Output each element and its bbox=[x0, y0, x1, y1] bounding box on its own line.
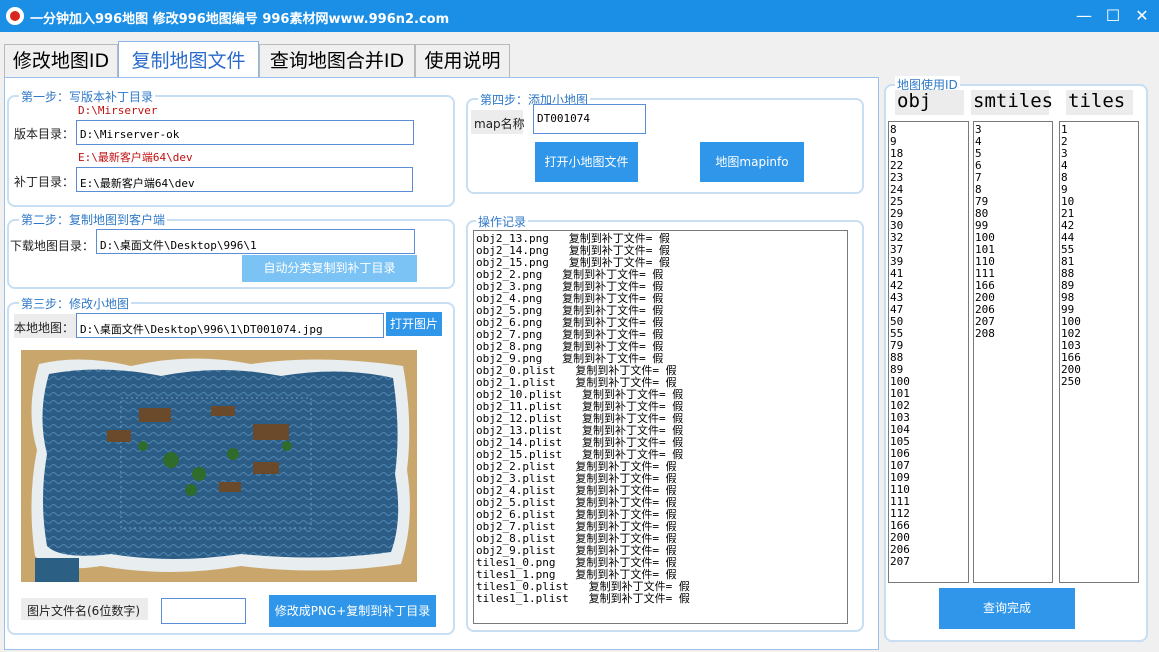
obj-id-list[interactable]: 8 9 18 22 23 24 25 29 30 32 37 39 41 42 43 47 50 55 79 88 89… bbox=[888, 121, 969, 583]
log-title: 操作记录 bbox=[476, 213, 529, 230]
tiles-id-item[interactable]: 3 bbox=[1061, 148, 1137, 160]
title-bar: 一分钟加入996地图 修改996地图编号 996素材网www.996n2.com… bbox=[0, 0, 1159, 32]
version-dir-label: 版本目录： bbox=[14, 127, 75, 141]
smtiles-column-header-text: smtiles bbox=[973, 90, 1054, 112]
operation-log-list[interactable]: obj2_13.png 复制到补丁文件= 假 obj2_14.png 复制到补丁文… bbox=[473, 230, 848, 624]
tiles-id-item[interactable]: 1 bbox=[1061, 124, 1137, 136]
app-logo-icon bbox=[6, 7, 24, 25]
tiles-column-header: tiles bbox=[1066, 90, 1133, 115]
tab-modify-map-id[interactable]: 修改地图ID bbox=[4, 44, 118, 77]
download-dir-input[interactable]: D:\桌面文件\Desktop\996\1 bbox=[96, 229, 415, 254]
filename-label: 图片文件名(6位数字) bbox=[27, 604, 140, 618]
smtiles-id-item[interactable]: 7 bbox=[975, 172, 1051, 184]
smtiles-id-item[interactable]: 4 bbox=[975, 136, 1051, 148]
open-image-button[interactable]: 打开图片 bbox=[386, 312, 442, 336]
tiles-id-list[interactable]: 1 2 3 4 8 9 10 21 42 44 55 81 88 89 98 99 100 102 103 166 20… bbox=[1059, 121, 1139, 583]
step4-group bbox=[466, 98, 864, 194]
step1-title: 第一步：写版本补丁目录 bbox=[19, 88, 156, 105]
obj-id-item[interactable]: 8 bbox=[890, 124, 967, 136]
obj-id-item[interactable]: 207 bbox=[890, 556, 967, 568]
query-done-button[interactable]: 查询完成 bbox=[939, 588, 1075, 629]
open-minimap-file-button[interactable]: 打开小地图文件 bbox=[535, 142, 638, 182]
map-name-label: map名称 bbox=[474, 117, 525, 131]
convert-png-copy-button[interactable]: 修改成PNG+复制到补丁目录 bbox=[269, 595, 436, 627]
obj-column-header-text: obj bbox=[897, 90, 932, 112]
smtiles-id-item[interactable]: 3 bbox=[975, 124, 1051, 136]
auto-classify-copy-button[interactable]: 自动分类复制到补丁目录 bbox=[242, 255, 417, 282]
step3-title: 第三步：修改小地图 bbox=[19, 295, 132, 312]
patch-dir-hint: E:\最新客户端64\dev bbox=[78, 151, 193, 164]
tiles-column-header-text: tiles bbox=[1068, 90, 1126, 112]
version-dir-hint: D:\Mirserver bbox=[78, 104, 158, 117]
smtiles-column-header: smtiles bbox=[971, 90, 1053, 115]
download-dir-label: 下载地图目录： bbox=[10, 239, 95, 253]
close-button[interactable]: ✕ bbox=[1127, 4, 1157, 28]
log-line[interactable]: tiles1_1.plist 复制到补丁文件= 假 bbox=[476, 593, 845, 605]
tab-query-merge-id[interactable]: 查询地图合并ID bbox=[259, 44, 415, 77]
local-map-input[interactable]: D:\桌面文件\Desktop\996\1\DT001074.jpg bbox=[76, 313, 384, 338]
local-map-label: 本地地图： bbox=[14, 321, 75, 335]
tab-instructions[interactable]: 使用说明 bbox=[415, 44, 510, 77]
smtiles-id-item[interactable]: 6 bbox=[975, 160, 1051, 172]
map-name-input[interactable]: DT001074 bbox=[533, 104, 646, 134]
window-title: 一分钟加入996地图 修改996地图编号 996素材网www.996n2.com bbox=[30, 12, 450, 27]
maximize-button[interactable]: ☐ bbox=[1098, 4, 1128, 28]
smtiles-id-list[interactable]: 3 4 5 6 7 8 79 80 99 100 101 110 111 166 200 206 207 208 bbox=[973, 121, 1053, 583]
tiles-id-item[interactable]: 2 bbox=[1061, 136, 1137, 148]
filename-input[interactable] bbox=[161, 598, 246, 624]
mapinfo-button[interactable]: 地图mapinfo bbox=[700, 142, 804, 182]
tiles-id-item[interactable]: 4 bbox=[1061, 160, 1137, 172]
tab-copy-map-files[interactable]: 复制地图文件 bbox=[118, 41, 259, 77]
patch-dir-input[interactable]: E:\最新客户端64\dev bbox=[76, 167, 413, 192]
minimap-preview-image bbox=[21, 350, 417, 582]
obj-column-header: obj bbox=[895, 90, 964, 115]
step2-title: 第二步：复制地图到客户端 bbox=[19, 211, 168, 228]
version-dir-input[interactable]: D:\Mirserver-ok bbox=[76, 120, 414, 145]
tiles-id-item[interactable]: 250 bbox=[1061, 376, 1137, 388]
minimap-preview-graphic bbox=[21, 350, 417, 582]
smtiles-id-item[interactable]: 5 bbox=[975, 148, 1051, 160]
smtiles-id-item[interactable]: 208 bbox=[975, 328, 1051, 340]
patch-dir-label: 补丁目录： bbox=[14, 175, 75, 189]
minimize-button[interactable]: — bbox=[1069, 4, 1099, 28]
tiles-id-item[interactable]: 8 bbox=[1061, 172, 1137, 184]
